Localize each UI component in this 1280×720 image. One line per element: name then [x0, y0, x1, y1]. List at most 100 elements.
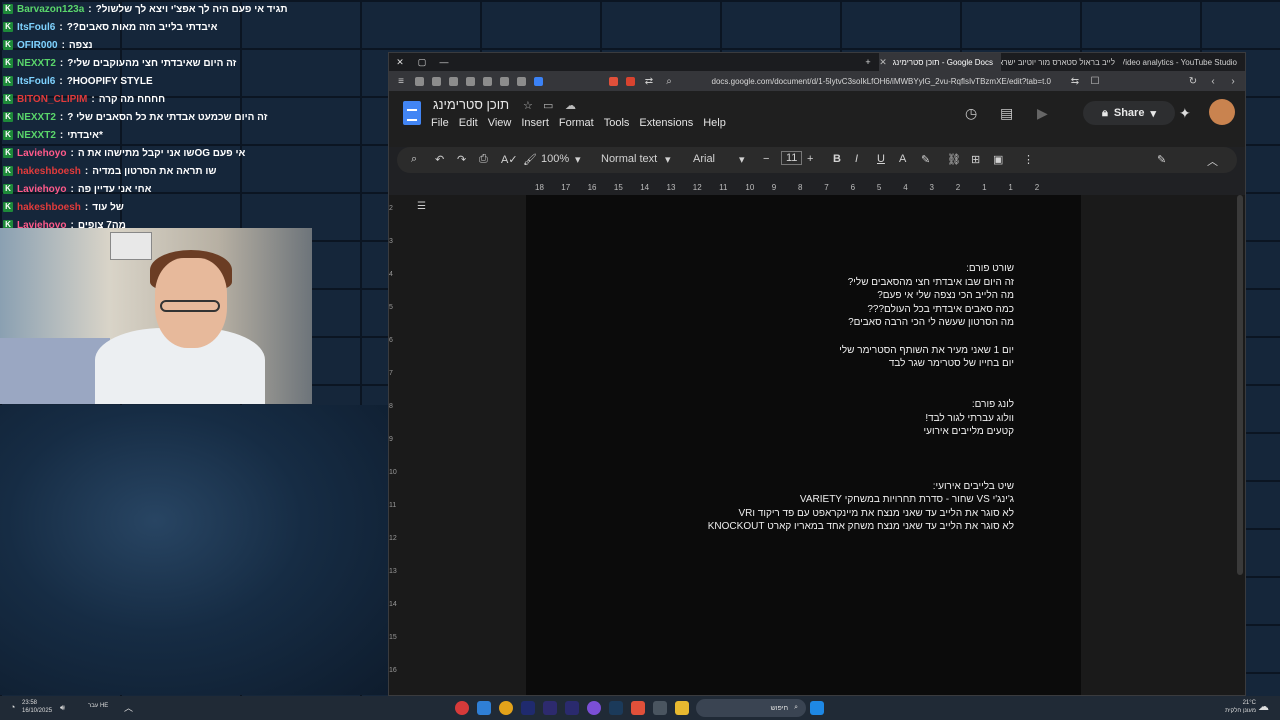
cloud-saved-icon[interactable]: ☁ — [565, 99, 576, 112]
extension-icon[interactable] — [483, 76, 492, 86]
highlight-icon[interactable]: ✎ — [921, 153, 930, 166]
share-page-icon[interactable]: ⇄ — [643, 76, 655, 87]
tab-youtube-studio[interactable]: Video analytics - YouTube Studio — [1123, 53, 1245, 71]
close-tab-icon[interactable]: ✕ — [879, 57, 887, 68]
weather-widget[interactable]: 21°C מעונן חלקית — [1216, 699, 1256, 715]
link-icon[interactable]: ⛓︎ — [947, 153, 961, 166]
spellcheck-icon[interactable]: A✓ — [501, 153, 518, 166]
clock[interactable]: 23:58 16/10/2025 — [22, 699, 52, 715]
document-line[interactable] — [526, 371, 1014, 385]
translate-icon[interactable]: ⇆ — [1069, 76, 1081, 87]
start-menu-icon[interactable] — [810, 701, 824, 715]
increase-font-icon[interactable]: + — [807, 153, 813, 165]
extension-icon[interactable] — [534, 76, 543, 86]
new-tab-icon[interactable]: + — [857, 57, 879, 67]
document-line[interactable]: שיט בלייבים אירועי: — [526, 480, 1014, 494]
document-line[interactable]: כמה סאבים איבדתי בכל העולם??? — [526, 303, 1014, 317]
extension-icon[interactable] — [449, 76, 458, 86]
add-comment-icon[interactable]: ⊞ — [971, 153, 980, 166]
text-color-icon[interactable]: A — [899, 153, 906, 165]
zoom-select[interactable]: 100% — [541, 153, 569, 165]
menu-view[interactable]: View — [488, 117, 512, 129]
document-line[interactable]: יום 1 שאני מעיר את השותף הסטרימר שלי — [526, 344, 1014, 358]
extension-icon[interactable] — [517, 76, 526, 86]
language-indicator[interactable]: עבר HE — [88, 703, 108, 709]
wifi-icon[interactable]: ◔ — [10, 702, 15, 712]
document-line[interactable]: מה הסרטון שעשה לי הכי הרבה סאבים? — [526, 316, 1014, 330]
gemini-icon[interactable]: ✦ — [1179, 105, 1191, 122]
document-title[interactable]: תוכן סטרימינג — [433, 97, 509, 112]
font-select[interactable]: Arial — [693, 153, 715, 165]
menu-extensions[interactable]: Extensions — [639, 117, 693, 129]
volume-icon[interactable]: 🔊︎ — [60, 703, 65, 713]
brave-app-icon[interactable] — [631, 701, 645, 715]
extension-icon[interactable] — [415, 76, 424, 86]
steam-app-icon[interactable] — [609, 701, 623, 715]
horizontal-ruler[interactable]: 18 17 16 15 14 13 12 11 10 9 8 7 6 5 4 3 2 1 1 2 — [389, 181, 1245, 195]
document-line[interactable]: לא סוגר את הלייב עד שאני מנצח משחק אחד ב… — [526, 520, 1014, 534]
search-icon[interactable]: ⌕ — [663, 76, 675, 87]
reload-icon[interactable]: ↻ — [1187, 76, 1199, 87]
document-line[interactable]: קטעים מלייבים אירועי — [526, 425, 1014, 439]
document-line[interactable]: ג'ינג'י VS שחור - סדרת תחרויות במשחקי VA… — [526, 493, 1014, 507]
collapse-toolbar-icon[interactable]: ︿ — [1207, 153, 1218, 169]
menu-edit[interactable]: Edit — [459, 117, 478, 129]
forward-icon[interactable]: › — [1227, 76, 1239, 87]
move-folder-icon[interactable]: ▭ — [543, 99, 553, 112]
paint-format-icon[interactable]: 🖌︎ — [523, 153, 537, 166]
undo-icon[interactable]: ↶ — [435, 153, 444, 166]
share-button[interactable]: 🔒︎ Share ▾ — [1083, 101, 1175, 125]
scrollbar[interactable] — [1237, 195, 1243, 575]
document-outline-icon[interactable]: ☰ — [417, 201, 426, 212]
search-menus-icon[interactable]: ⌕ — [411, 153, 417, 166]
extension-icon[interactable] — [500, 76, 509, 86]
document-line[interactable]: לונג פורם: — [526, 398, 1014, 412]
history-icon[interactable]: ◷ — [965, 105, 977, 122]
document-line[interactable]: שורט פורם: — [526, 262, 1014, 276]
bookmark-icon[interactable]: ☐ — [1089, 76, 1101, 87]
menu-format[interactable]: Format — [559, 117, 594, 129]
underline-icon[interactable]: U — [877, 153, 885, 165]
brave-shield-icon[interactable] — [609, 76, 618, 86]
tab-google-docs[interactable]: ✕ תוכן סטרימינג - Google Docs — [879, 53, 1001, 71]
insert-image-icon[interactable]: ▣ — [993, 153, 1003, 166]
document-body[interactable]: שורט פורם: זה היום שבו איבדתי חצי מהסאבים… — [526, 262, 1014, 534]
bold-icon[interactable]: B — [833, 153, 841, 165]
document-line[interactable] — [526, 466, 1014, 480]
document-page[interactable]: שורט פורם: זה היום שבו איבדתי חצי מהסאבים… — [526, 195, 1081, 695]
url-input[interactable]: docs.google.com/document/d/1-5lytvC3soIk… — [683, 77, 1061, 86]
document-line[interactable]: מה הלייב הכי נצפה שלי אי פעם? — [526, 289, 1014, 303]
taskbar-search[interactable]: חיפוש ⌕ — [696, 699, 806, 717]
close-window-icon[interactable]: ✕ — [389, 57, 411, 68]
document-line[interactable]: זה היום שבו איבדתי חצי מהסאבים שלי? — [526, 276, 1014, 290]
star-icon[interactable]: ☆ — [523, 99, 533, 112]
menu-icon[interactable]: ≡ — [395, 76, 407, 87]
after-effects-icon[interactable] — [521, 701, 535, 715]
document-line[interactable] — [526, 384, 1014, 398]
document-line[interactable]: לא סוגר את הלייב עד שאני מנצח את מיינקרא… — [526, 507, 1014, 521]
editing-mode-icon[interactable]: ✎ — [1157, 153, 1166, 166]
extension-icon[interactable] — [466, 76, 475, 86]
document-line[interactable] — [526, 330, 1014, 344]
redo-icon[interactable]: ↷ — [457, 153, 466, 166]
file-explorer-icon[interactable] — [675, 701, 689, 715]
maximize-icon[interactable]: ▢ — [411, 57, 433, 68]
italic-icon[interactable]: I — [855, 153, 858, 165]
menu-file[interactable]: File — [431, 117, 449, 129]
document-line[interactable] — [526, 452, 1014, 466]
show-hidden-icons[interactable]: ︿ — [124, 701, 133, 714]
meet-icon[interactable]: ▶ — [1037, 105, 1048, 122]
decrease-font-icon[interactable]: − — [763, 153, 769, 165]
minimize-icon[interactable]: — — [433, 57, 455, 67]
style-select[interactable]: Normal text — [601, 153, 657, 165]
document-line[interactable]: וולוג עברתי לגור לבד! — [526, 412, 1014, 426]
chrome-app-icon[interactable] — [499, 701, 513, 715]
document-line[interactable] — [526, 439, 1014, 453]
back-icon[interactable]: ‹ — [1207, 76, 1219, 87]
document-line[interactable]: יום בחייו של סטרימר שגר לבד — [526, 357, 1014, 371]
tab-youtube-live[interactable]: לייב בראול סטארס מור יוטיוב ישראל — [1001, 53, 1123, 71]
extension-icon[interactable] — [432, 76, 441, 86]
vertical-ruler[interactable]: 2 3 4 5 6 7 8 9 10 11 12 13 14 15 16 — [389, 195, 401, 695]
obs-app-icon[interactable] — [587, 701, 601, 715]
more-options-icon[interactable]: ⋮ — [1023, 153, 1034, 166]
